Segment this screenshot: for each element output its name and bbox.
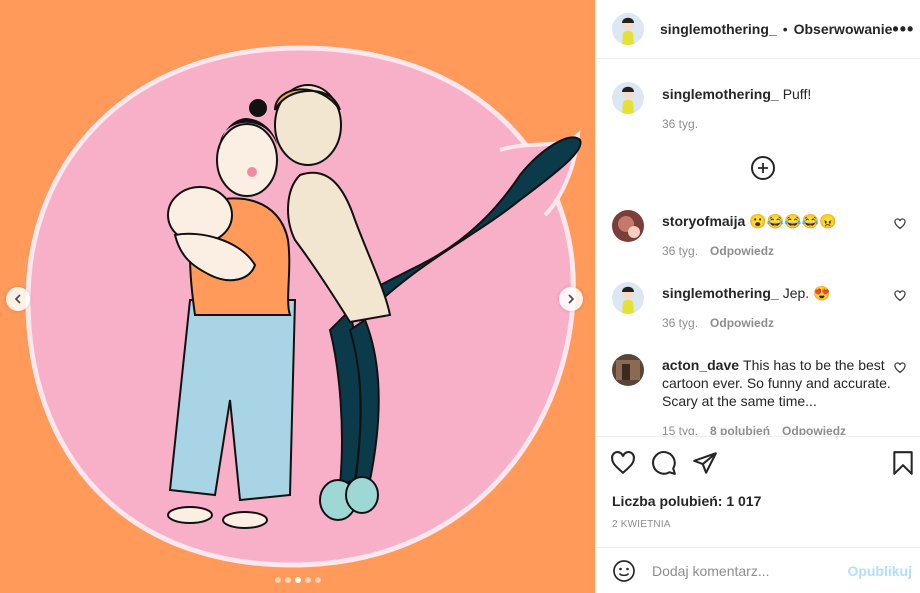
carousel-next-button[interactable] — [559, 287, 583, 311]
reply-button[interactable]: Odpowiedz — [710, 242, 774, 260]
avatar-image — [616, 360, 640, 380]
like-comment-heart-icon[interactable] — [894, 218, 906, 230]
comment-time[interactable]: 36 tyg. — [662, 314, 698, 332]
comment-input[interactable] — [652, 562, 848, 579]
following-button[interactable]: Obserwowanie — [794, 21, 893, 37]
carousel-dot — [284, 577, 291, 583]
publish-button[interactable]: Opublikuj — [847, 563, 912, 579]
like-heart-icon[interactable] — [610, 450, 636, 476]
carousel-dot — [304, 577, 311, 583]
like-comment-heart-icon[interactable] — [894, 362, 906, 374]
post-date[interactable]: 2 KWIETNIA — [612, 519, 671, 530]
caption: singlemothering_ Puff! 36 tyg. — [612, 82, 912, 133]
avatar-image — [622, 286, 634, 314]
save-bookmark-icon[interactable] — [892, 450, 914, 476]
load-more-comments-button[interactable] — [751, 156, 775, 180]
separator: • — [782, 21, 788, 37]
comment-text: Jep. 😍 — [782, 285, 831, 301]
comment-username[interactable]: singlemothering_ — [662, 285, 779, 301]
carousel-dot — [314, 577, 321, 583]
avatar[interactable] — [612, 82, 644, 114]
like-comment-heart-icon[interactable] — [894, 290, 906, 302]
comment-body: singlemothering_ Jep. 😍 36 tyg. Odpowiedz — [662, 282, 912, 332]
comment-body: storyofmaija 😮😂😂😂😠 36 tyg. Odpowiedz — [662, 210, 912, 260]
comment-item: storyofmaija 😮😂😂😂😠 36 tyg. Odpowiedz — [612, 210, 912, 260]
carousel-dot — [274, 577, 281, 583]
carousel-prev-button[interactable] — [6, 287, 30, 311]
avatar-image — [618, 216, 640, 238]
reply-button[interactable]: Odpowiedz — [710, 314, 774, 332]
comment-text: 😮😂😂😂😠 — [749, 213, 837, 229]
comment-time[interactable]: 36 tyg. — [662, 115, 698, 133]
comment-body: singlemothering_ Puff! 36 tyg. — [662, 82, 912, 133]
comment-item: acton_dave This has to be the best cartoo… — [612, 354, 912, 435]
reply-button[interactable]: Odpowiedz — [782, 422, 846, 435]
avatar[interactable] — [612, 354, 644, 386]
avatar[interactable] — [612, 13, 644, 45]
comment-text: Puff! — [782, 86, 812, 102]
more-icon[interactable]: ••• — [892, 19, 914, 40]
comment-time[interactable]: 36 tyg. — [662, 242, 698, 260]
comment-body: acton_dave This has to be the best cartoo… — [662, 354, 912, 435]
carousel-indicator — [0, 577, 595, 583]
emoji-icon[interactable] — [612, 559, 636, 583]
carousel-dot-active — [294, 577, 301, 583]
post-username[interactable]: singlemothering_ — [660, 21, 777, 37]
avatar-image — [622, 86, 634, 114]
avatar-image — [622, 17, 634, 45]
avatar[interactable] — [612, 210, 644, 242]
plus-icon — [758, 163, 768, 173]
share-icon[interactable] — [692, 450, 718, 476]
post-media — [0, 0, 595, 593]
illustration-image — [25, 45, 582, 568]
avatar[interactable] — [612, 282, 644, 314]
comment-item: singlemothering_ Jep. 😍 36 tyg. Odpowiedz — [612, 282, 912, 332]
chevron-left-icon — [14, 294, 21, 304]
comment-time[interactable]: 15 tyg. — [662, 422, 698, 435]
comment-username[interactable]: storyofmaija — [662, 213, 745, 229]
post-actions: Liczba polubień: 1 017 2 KWIETNIA — [596, 436, 920, 546]
comment-likes[interactable]: 8 polubień — [710, 422, 770, 435]
comment-username[interactable]: singlemothering_ — [662, 86, 779, 102]
chevron-right-icon — [568, 294, 575, 304]
post-panel: singlemothering_ • Obserwowanie ••• sing… — [595, 0, 920, 593]
comments-list[interactable]: singlemothering_ Puff! 36 tyg. storyofmai… — [596, 60, 920, 435]
comment-composer: Opublikuj — [596, 547, 920, 593]
post-header: singlemothering_ • Obserwowanie ••• — [596, 0, 920, 59]
comment-icon[interactable] — [651, 450, 677, 476]
comment-username[interactable]: acton_dave — [662, 357, 739, 373]
likes-count[interactable]: Liczba polubień: 1 017 — [612, 493, 761, 509]
